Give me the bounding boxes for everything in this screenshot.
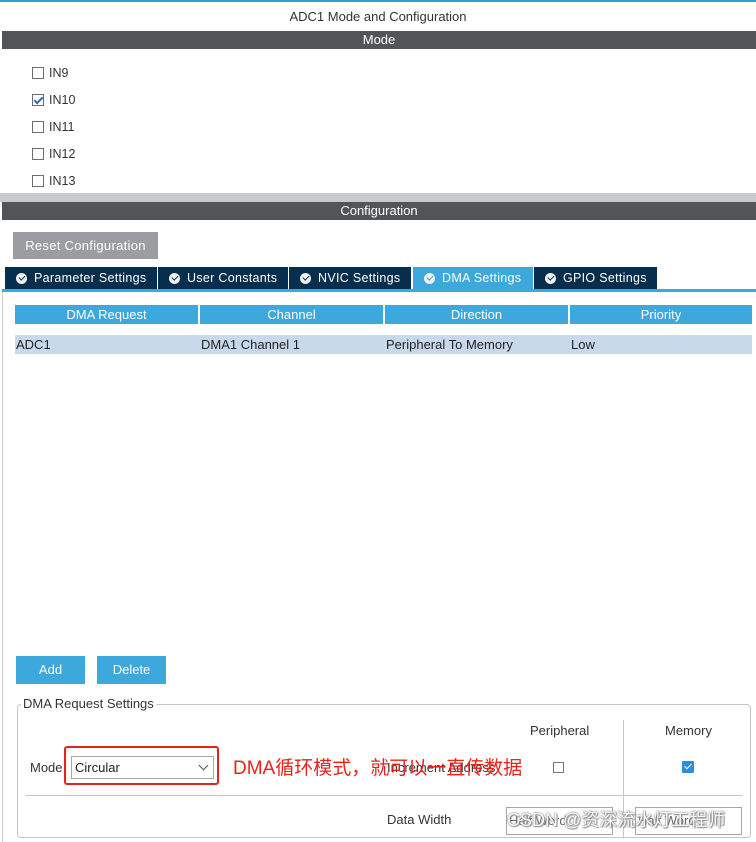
channel-in13[interactable]: IN13	[32, 173, 75, 189]
column-header-dma-request[interactable]: DMA Request	[15, 305, 198, 324]
memory-increment-checkbox[interactable]	[682, 761, 694, 773]
channel-in10-label: IN10	[49, 93, 76, 107]
window-title: ADC1 Mode and Configuration	[289, 9, 467, 24]
row-divider	[25, 795, 743, 796]
checkbox-in9[interactable]	[32, 67, 44, 79]
check-circle-icon	[169, 272, 180, 284]
column-header-channel[interactable]: Channel	[200, 305, 383, 324]
peripheral-header: Peripheral	[530, 723, 590, 738]
tab-label: User Constants	[187, 271, 278, 285]
channel-in11-label: IN11	[49, 120, 75, 134]
tab-label: Parameter Settings	[34, 271, 147, 285]
column-header-priority[interactable]: Priority	[570, 305, 752, 324]
tab-label: GPIO Settings	[563, 271, 647, 285]
channel-in13-label: IN13	[49, 174, 76, 188]
table-cell-dma-request[interactable]: ADC1	[15, 335, 200, 354]
annotation-text: DMA循环模式，就可以一直传数据	[233, 758, 523, 779]
watermark: CSDN @资深流水灯工程师	[507, 810, 726, 830]
tab-parameter-settings[interactable]: Parameter Settings	[5, 267, 157, 289]
checkbox-in12[interactable]	[32, 148, 44, 160]
configuration-section-header: Configuration	[2, 202, 756, 220]
tab-user-constants[interactable]: User Constants	[158, 267, 288, 289]
channel-in9[interactable]: IN9	[32, 65, 68, 81]
check-circle-icon	[16, 272, 27, 284]
table-cell-priority[interactable]: Low	[570, 335, 752, 354]
tab-nvic-settings[interactable]: NVIC Settings	[289, 267, 411, 289]
delete-button[interactable]: Delete	[97, 656, 166, 684]
tab-gpio-settings[interactable]: GPIO Settings	[534, 267, 657, 289]
panel-splitter[interactable]	[0, 193, 756, 202]
tab-label: DMA Settings	[442, 271, 522, 285]
memory-header: Memory	[665, 723, 712, 738]
table-cell-direction[interactable]: Peripheral To Memory	[385, 335, 570, 354]
channel-in9-label: IN9	[49, 66, 69, 80]
checkbox-in11[interactable]	[32, 121, 44, 133]
dma-request-settings-legend: DMA Request Settings	[21, 696, 156, 712]
peripheral-increment-checkbox[interactable]	[553, 762, 564, 773]
check-circle-icon	[424, 272, 435, 284]
channel-in12[interactable]: IN12	[32, 146, 75, 162]
channel-in12-label: IN12	[49, 147, 76, 161]
mode-section-header: Mode	[2, 31, 756, 49]
reset-configuration-button[interactable]: Reset Configuration	[13, 232, 158, 259]
table-cell-channel[interactable]: DMA1 Channel 1	[200, 335, 385, 354]
annotation-highlight-box	[64, 746, 219, 785]
tab-label: NVIC Settings	[318, 271, 401, 285]
add-button[interactable]: Add	[16, 656, 85, 684]
data-width-label: Data Width	[387, 812, 452, 827]
checkbox-in13[interactable]	[32, 175, 44, 187]
channel-in10[interactable]: IN10	[32, 92, 75, 108]
mode-label: Mode	[30, 760, 63, 775]
content-border	[2, 292, 3, 842]
tab-dma-settings[interactable]: DMA Settings	[413, 267, 533, 289]
check-circle-icon	[300, 272, 311, 284]
tab-underline	[2, 289, 756, 292]
checkbox-in10[interactable]	[32, 94, 44, 106]
channel-in11[interactable]: IN11	[32, 119, 74, 135]
check-circle-icon	[545, 272, 556, 284]
column-header-direction[interactable]: Direction	[385, 305, 568, 324]
